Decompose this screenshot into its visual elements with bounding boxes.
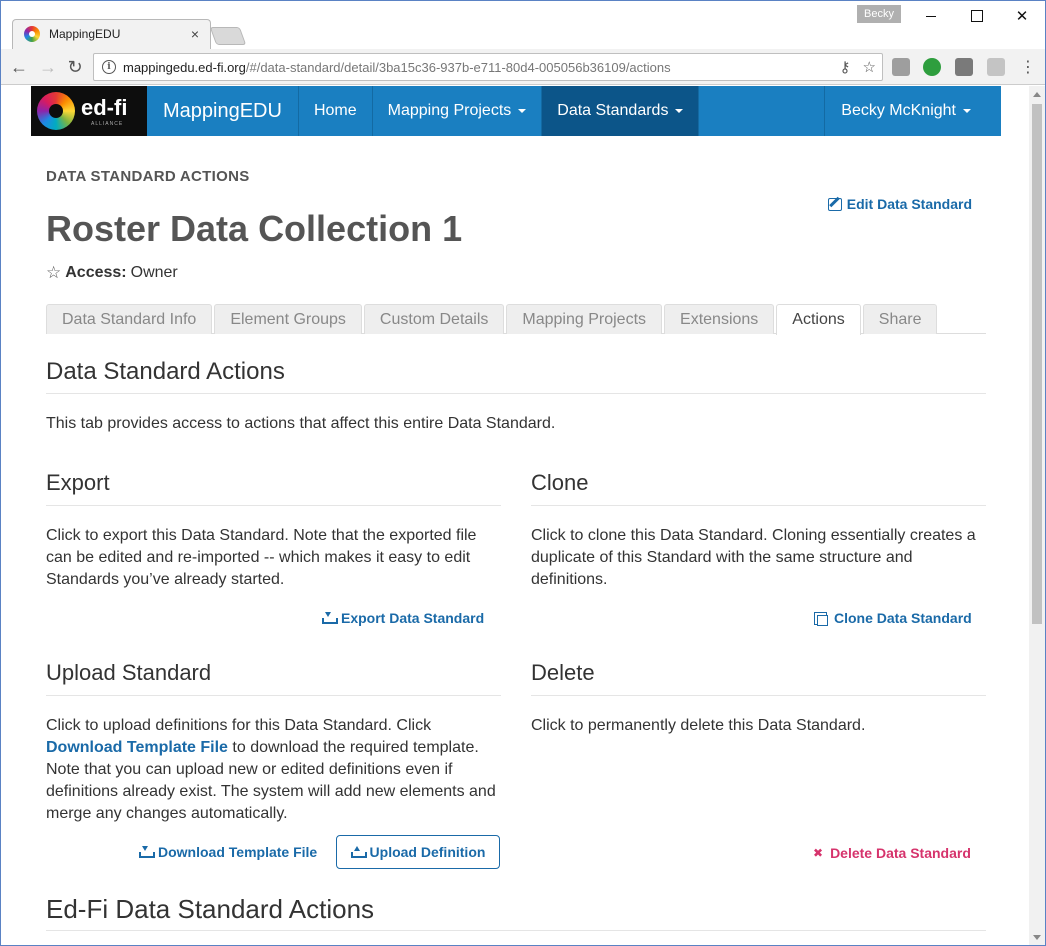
export-data-standard-link[interactable]: Export Data Standard [322,610,484,626]
nav-mapping-projects-label: Mapping Projects [387,102,512,119]
star-icon: ☆ [46,263,62,282]
page-scrollbar[interactable] [1029,86,1045,945]
divider [46,695,501,696]
app-navbar: ed-fi ALLIANCE MappingEDU Home Mapping P… [31,86,1001,136]
scroll-thumb[interactable] [1032,104,1042,624]
export-link-label: Export Data Standard [341,610,485,626]
scroll-up-icon[interactable] [1033,92,1041,97]
tab-element-groups[interactable]: Element Groups [214,304,362,334]
page-eyebrow: DATA STANDARD ACTIONS [46,168,250,185]
maximize-button[interactable] [954,1,1000,31]
download-template-inline-link[interactable]: Download Template File [46,739,228,756]
edfi-actions-heading: Ed-Fi Data Standard Actions [46,894,375,924]
export-text: Click to export this Data Standard. Note… [46,527,477,588]
access-value: Owner [130,264,178,281]
delete-text: Click to permanently delete this Data St… [531,717,866,734]
logo-burst-icon [37,92,75,130]
extension-g-icon[interactable] [892,58,910,76]
window-close-button[interactable]: ✕ [999,1,1045,31]
clone-link-label: Clone Data Standard [834,610,972,626]
brand-link[interactable]: MappingEDU [147,86,299,136]
nav-user-menu[interactable]: Becky McKnight [824,86,1001,136]
page-viewport: ed-fi ALLIANCE MappingEDU Home Mapping P… [1,86,1029,945]
delete-link-label: Delete Data Standard [830,845,971,861]
logo-subtext: ALLIANCE [91,121,124,127]
tab-extensions[interactable]: Extensions [664,304,775,334]
tab-close-icon[interactable]: × [191,26,199,42]
forward-icon[interactable]: → [37,56,59,78]
edit-icon [827,197,842,211]
edit-data-standard-link[interactable]: Edit Data Standard [827,196,972,212]
tab-share[interactable]: Share [862,304,938,334]
edfi-logo[interactable]: ed-fi ALLIANCE [31,86,147,136]
download-template-label: Download Template File [158,844,318,860]
tab-actions[interactable]: Actions [776,304,861,335]
nav-data-standards[interactable]: Data Standards [542,86,700,136]
reload-icon[interactable]: ↻ [64,56,86,78]
caret-down-icon [675,109,684,113]
delete-x-icon: ✖ [813,846,824,860]
divider [46,930,986,931]
address-bar[interactable]: i mappingedu.ed-fi.org/#/data-standard/d… [93,53,883,81]
profile-badge[interactable]: Becky [857,5,901,23]
tab-mapping-projects[interactable]: Mapping Projects [506,304,663,334]
page-tabs: Data Standard Info Element Groups Custom… [46,304,986,335]
extension-pdf-icon[interactable] [987,58,1005,76]
caret-down-icon [963,109,971,113]
divider [531,505,986,506]
logo-text: ed-fi [81,95,128,120]
browser-window: MappingEDU × Becky ✕ ← → ↻ i mappingedu.… [0,0,1046,946]
title-bar: MappingEDU × Becky ✕ [1,1,1045,49]
page-title: Roster Data Collection 1 [46,208,463,249]
browser-tab-title: MappingEDU [49,27,121,41]
nav-user-label: Becky McKnight [841,102,956,119]
actions-intro: This tab provides access to actions that… [46,415,556,432]
scroll-down-icon[interactable] [1033,935,1041,940]
browser-menu-icon[interactable]: ⋮ [1017,56,1039,78]
download-icon [322,612,338,624]
access-info: ☆ Access: Owner [46,263,178,283]
extension-shield-icon[interactable] [955,58,973,76]
upload-text: Click to upload definitions for this Dat… [46,715,501,825]
delete-data-standard-link[interactable]: ✖ Delete Data Standard [813,845,971,861]
upload-heading: Upload Standard [46,660,212,685]
nav-data-standards-label: Data Standards [557,102,669,119]
favicon-icon [24,26,40,42]
divider [531,695,986,696]
tab-custom-details[interactable]: Custom Details [363,304,505,334]
edit-data-standard-label: Edit Data Standard [846,196,972,212]
delete-heading: Delete [531,660,595,685]
access-label: Access: [65,264,127,281]
clone-data-standard-link[interactable]: Clone Data Standard [814,610,972,626]
browser-toolbar: ← → ↻ i mappingedu.ed-fi.org/#/data-stan… [1,49,1045,85]
export-heading: Export [46,470,110,495]
clone-icon [814,611,828,626]
browser-tab[interactable]: MappingEDU × [12,19,211,49]
upload-definition-label: Upload Definition [369,844,486,860]
clone-heading: Clone [531,470,589,495]
extension-check-icon[interactable] [923,58,941,76]
caret-down-icon [518,109,527,113]
divider [46,505,501,506]
nav-mapping-projects[interactable]: Mapping Projects [373,86,543,136]
new-tab-button[interactable] [209,27,247,45]
section-heading-actions: Data Standard Actions [46,358,285,385]
tab-data-standard-info[interactable]: Data Standard Info [46,304,213,334]
bookmark-star-icon[interactable]: ☆ [863,58,876,76]
divider [46,393,986,394]
upload-text-before: Click to upload definitions for this Dat… [46,717,432,734]
info-icon[interactable]: i [102,60,116,74]
download-icon [139,846,155,858]
url-path: /#/data-standard/detail/3ba15c36-937b-e7… [245,59,671,75]
key-icon[interactable]: ⚷ [840,58,851,76]
download-template-link[interactable]: Download Template File [139,844,317,860]
clone-text: Click to clone this Data Standard. Cloni… [531,527,976,588]
back-icon[interactable]: ← [8,56,30,78]
url-host: mappingedu.ed-fi.org [123,59,246,75]
upload-definition-button[interactable]: Upload Definition [336,835,500,869]
minimize-button[interactable] [908,1,954,31]
nav-home[interactable]: Home [299,86,373,136]
nav-home-label: Home [313,102,357,119]
upload-icon [350,846,367,858]
